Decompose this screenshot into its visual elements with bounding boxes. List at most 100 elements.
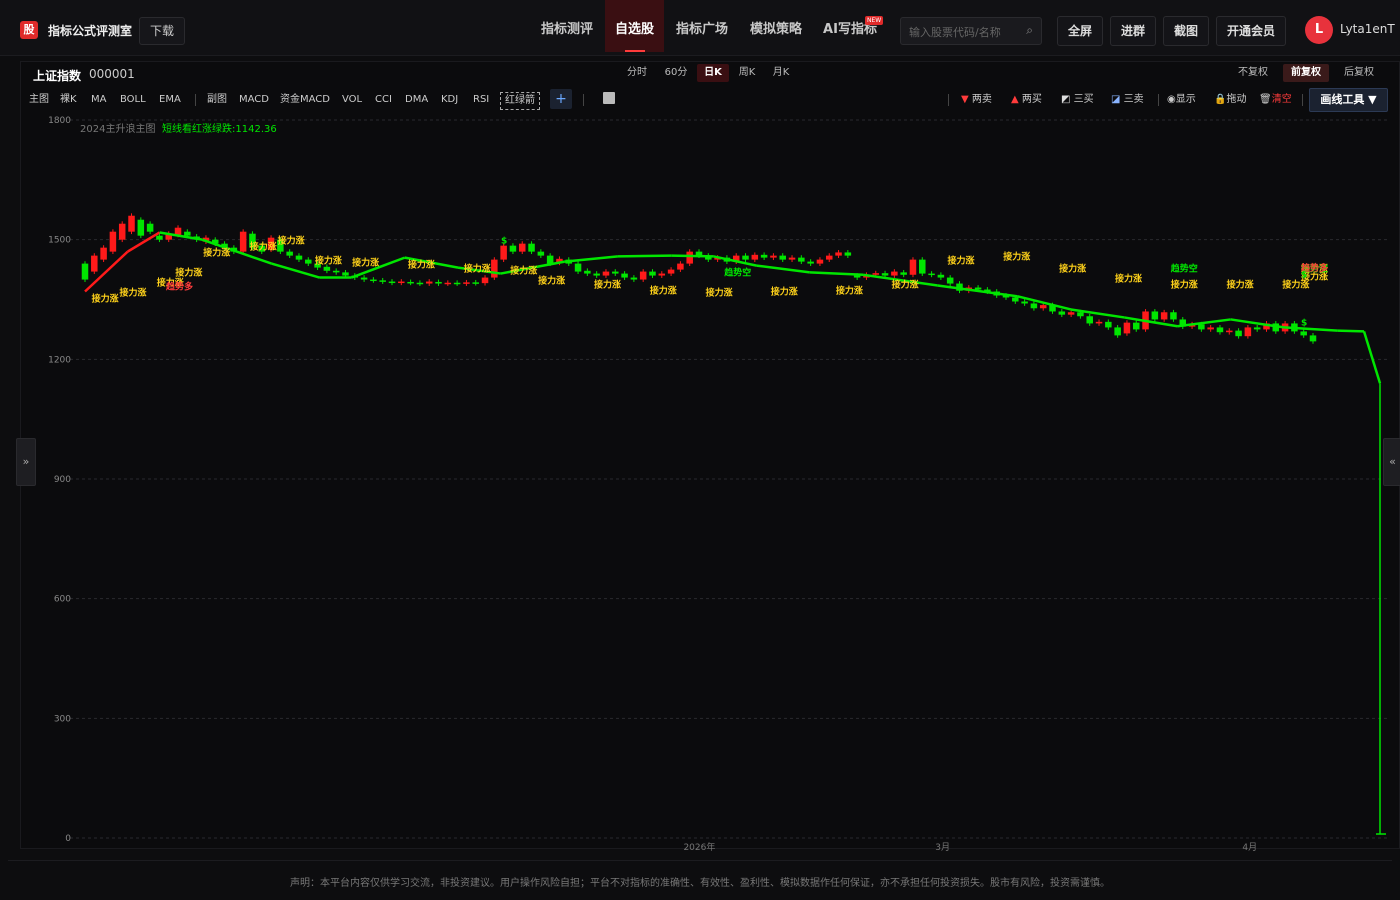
adjust-forward[interactable]: 前复权 — [1283, 64, 1329, 82]
candle-body — [305, 259, 312, 264]
y-tick-label: 1800 — [48, 116, 71, 126]
join-group-button[interactable]: 进群 — [1110, 16, 1156, 46]
symbol-code: 000001 — [89, 67, 135, 81]
tool-two-sell[interactable]: ▼ 两卖 — [961, 92, 992, 108]
tool-show[interactable]: ◉显示 — [1167, 92, 1196, 108]
indicator-ma[interactable]: MA — [91, 92, 106, 108]
nav-sim-strategy[interactable]: 模拟策略 — [744, 0, 808, 52]
candle-body — [509, 245, 517, 252]
signal-label: 接力涨 — [250, 241, 278, 253]
app-title: 指标公式评测室 — [48, 24, 133, 38]
candle-body — [649, 271, 656, 276]
tool-drag[interactable]: 🔒拖动 — [1214, 92, 1246, 108]
tool-two-buy-label: 两买 — [1021, 94, 1042, 105]
indicator-naked-k[interactable]: 裸K — [60, 92, 77, 108]
username[interactable]: Lyta1enT — [1340, 22, 1395, 36]
trend-line-segment — [1362, 331, 1382, 384]
search-icon[interactable]: ⌕ — [1026, 23, 1033, 38]
indicator-ema[interactable]: EMA — [159, 92, 181, 108]
signal-label: 接力涨 — [1115, 273, 1143, 285]
candle-body — [1123, 322, 1131, 334]
active-nav-underline — [625, 50, 645, 52]
indicator-vol[interactable]: VOL — [342, 92, 362, 108]
candle-body — [481, 277, 489, 284]
candle-body — [593, 273, 600, 276]
period-weekly[interactable]: 周K — [733, 64, 761, 82]
signal-label: 趋势空 — [1171, 263, 1198, 275]
candle-body — [416, 282, 424, 285]
tool-three-buy[interactable]: ◩ 三买 — [1061, 92, 1094, 108]
indicator-macd[interactable]: MACD — [239, 92, 269, 108]
indicator-rsi[interactable]: RSI — [473, 92, 489, 108]
stock-search-input[interactable] — [907, 18, 1021, 46]
download-button[interactable]: 下载 — [139, 17, 185, 45]
signal-label: 接力涨 — [203, 247, 231, 259]
candle-body — [677, 263, 684, 270]
indicator-title: 2024主升浪主图 — [80, 122, 155, 135]
signal-label: $ — [1301, 318, 1307, 328]
candle-body — [788, 257, 796, 260]
indicator-dma[interactable]: DMA — [405, 92, 428, 108]
candle-body — [1105, 321, 1112, 328]
new-badge: NEW — [865, 16, 884, 25]
indicator-main[interactable]: 主图 — [29, 92, 49, 108]
nav-indicator-review[interactable]: 指标测评 — [534, 0, 600, 52]
candle-body — [370, 279, 377, 282]
candle-body — [937, 274, 945, 278]
period-daily[interactable]: 日K — [697, 64, 729, 82]
footer-divider — [8, 860, 1392, 861]
candle-body — [1021, 301, 1028, 304]
stock-search-box[interactable]: ⌕ — [900, 17, 1042, 46]
y-tick-label: 0 — [65, 834, 71, 844]
indicator-kdj[interactable]: KDJ — [441, 92, 458, 108]
nav-indicator-square[interactable]: 指标广场 — [670, 0, 734, 52]
adjust-backward[interactable]: 后复权 — [1338, 64, 1380, 82]
screenshot-button[interactable]: 截图 — [1163, 16, 1209, 46]
candle-body — [1300, 331, 1307, 336]
nav-watchlist[interactable]: 自选股 — [605, 0, 664, 52]
signal-label: 接力涨 — [464, 263, 492, 275]
period-60min[interactable]: 60分 — [660, 64, 692, 82]
period-intraday[interactable]: 分时 — [622, 64, 652, 82]
candle-body — [342, 272, 349, 276]
trend-line-segment — [671, 254, 714, 258]
fullscreen-button[interactable]: 全屏 — [1057, 16, 1103, 46]
avatar[interactable]: L — [1305, 16, 1333, 44]
nav-ai-indicator[interactable]: AI写指标 — [818, 0, 882, 52]
trend-line-segment — [564, 255, 619, 263]
signal-label: 接力涨 — [947, 255, 975, 267]
indicator-boll[interactable]: BOLL — [120, 92, 146, 108]
indicator-fund-macd[interactable]: 资金MACD — [280, 92, 330, 108]
candle-body — [81, 263, 89, 280]
tool-three-sell[interactable]: ◪ 三卖 — [1111, 92, 1144, 108]
membership-button[interactable]: 开通会员 — [1216, 16, 1286, 46]
trend-down-icon: ◪ — [1111, 94, 1124, 105]
price-chart[interactable]: 1800 1500 1200 900 600 300 0 2026年 3月 4月 2024主升浪主图… — [20, 112, 1390, 852]
y-tick-label: 300 — [54, 714, 71, 724]
trash-icon: 🗑 — [1259, 94, 1272, 105]
candle-body — [1095, 321, 1103, 324]
signal-label: 接力涨 — [92, 292, 120, 304]
toolbar-divider — [948, 94, 949, 106]
candle-body — [630, 277, 638, 280]
indicator-cci[interactable]: CCI — [375, 92, 392, 108]
add-indicator-button[interactable]: + — [550, 89, 572, 109]
indicator-red-green-arrow[interactable]: 红绿箭 — [500, 92, 540, 110]
tool-clear[interactable]: 🗑清空 — [1259, 92, 1292, 108]
candle-body — [798, 257, 805, 262]
drawing-tools-dropdown[interactable]: 画线工具 ▼ — [1309, 88, 1388, 112]
candle-body — [146, 223, 154, 232]
indicator-sub[interactable]: 副图 — [207, 92, 227, 108]
candle-body — [1132, 322, 1140, 330]
period-monthly[interactable]: 月K — [767, 64, 795, 82]
candle-body — [174, 227, 182, 235]
candle-body — [239, 231, 247, 252]
save-icon[interactable] — [603, 92, 615, 104]
candle-body — [472, 282, 479, 284]
expand-left-panel-button[interactable]: » — [16, 438, 36, 486]
candle-body — [853, 275, 861, 278]
tool-two-buy[interactable]: ▲ 两买 — [1011, 92, 1042, 108]
adjust-none[interactable]: 不复权 — [1232, 64, 1274, 82]
expand-right-panel-button[interactable]: « — [1383, 438, 1400, 486]
candle-body — [491, 259, 498, 278]
